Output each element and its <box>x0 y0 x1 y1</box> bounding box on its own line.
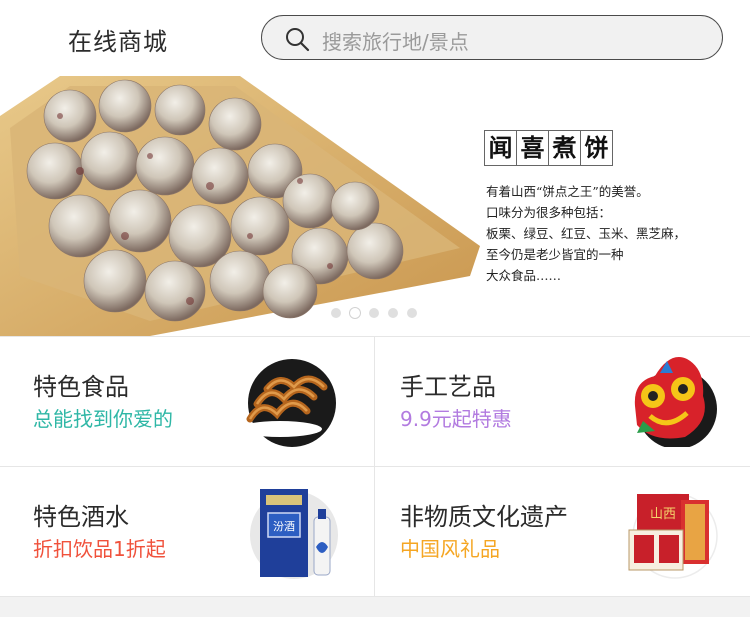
category-card-heritage[interactable]: 非物质文化遗产 中国风礼品 山西 <box>375 466 750 596</box>
category-subtitle: 折扣饮品1折起 <box>33 537 166 561</box>
banner-heading-char: 煮 <box>548 130 581 166</box>
category-card-liquor[interactable]: 特色酒水 折扣饮品1折起 汾酒 <box>0 466 375 596</box>
liquor-bottle-image: 汾酒 <box>250 489 338 579</box>
search-bar[interactable]: 搜索旅行地/景点 <box>261 15 723 60</box>
category-name: 特色食品 <box>33 373 129 401</box>
category-subtitle: 总能找到你爱的 <box>33 407 173 431</box>
carousel-dots[interactable] <box>331 308 417 318</box>
banner-heading-char: 喜 <box>516 130 549 166</box>
category-grid: 特色食品 总能找到你爱的 手工艺品 9.9元起特惠 特色酒水 折扣饮品1折起 汾… <box>0 336 750 596</box>
banner-heading-char: 饼 <box>580 130 613 166</box>
carousel-dot[interactable] <box>407 308 417 318</box>
carousel-dot[interactable] <box>388 308 398 318</box>
banner-description: 有着山西“饼点之王”的美誉。 口味分为很多种包括： 板栗、绿豆、红豆、玉米、黑芝… <box>486 184 687 283</box>
category-card-food[interactable]: 特色食品 总能找到你爱的 <box>0 336 375 466</box>
category-card-handicraft[interactable]: 手工艺品 9.9元起特惠 <box>375 336 750 466</box>
svg-text:山西: 山西 <box>650 507 676 522</box>
svg-text:汾酒: 汾酒 <box>273 520 295 533</box>
bottom-divider <box>0 596 750 617</box>
category-subtitle: 9.9元起特惠 <box>400 407 512 431</box>
category-name: 手工艺品 <box>400 373 496 401</box>
carousel-dot-active[interactable] <box>350 308 360 318</box>
category-name: 特色酒水 <box>33 503 129 531</box>
search-placeholder[interactable]: 搜索旅行地/景点 <box>322 26 469 55</box>
top-header: 在线商城 搜索旅行地/景点 <box>0 0 750 76</box>
fried-dough-twist-image <box>238 359 336 447</box>
carousel-dot[interactable] <box>369 308 379 318</box>
banner-heading: 闻 喜 煮 饼 <box>484 130 613 168</box>
sesame-cake-image <box>0 76 480 336</box>
carousel-dot[interactable] <box>331 308 341 318</box>
category-subtitle: 中国风礼品 <box>400 537 500 561</box>
search-icon <box>286 28 310 52</box>
tiger-toy-image <box>634 357 717 447</box>
banner-heading-char: 闻 <box>484 130 517 166</box>
promo-banner[interactable]: 闻 喜 煮 饼 有着山西“饼点之王”的美誉。 口味分为很多种包括： 板栗、绿豆、… <box>0 76 750 336</box>
category-name: 非物质文化遗产 <box>400 503 568 531</box>
paper-cut-book-image: 山西 <box>628 493 718 579</box>
page-title: 在线商城 <box>68 28 168 56</box>
